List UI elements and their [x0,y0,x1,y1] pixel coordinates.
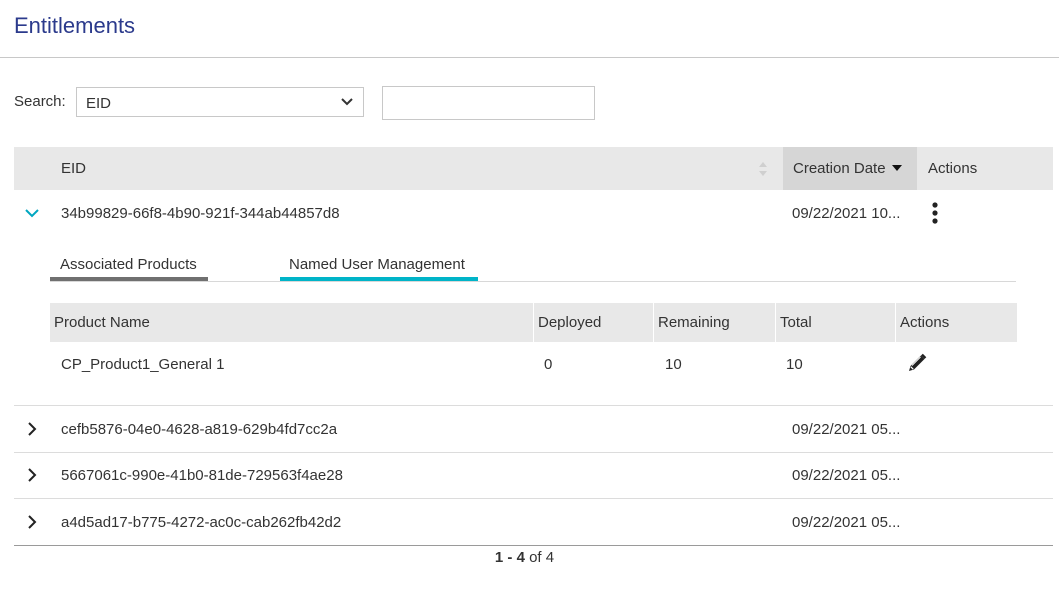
chevron-right-icon[interactable] [24,467,40,483]
row-eid: a4d5ad17-b775-4272-ac0c-cab262fb42d2 [61,514,342,531]
row-divider [14,452,1053,453]
column-header-product-name: Product Name [54,314,150,331]
row-eid: 34b99829-66f8-4b90-921f-344ab44857d8 [61,205,340,222]
product-name-cell: CP_Product1_General 1 [61,356,225,373]
column-header-actions: Actions [928,160,978,177]
tab-divider [50,281,1016,282]
kebab-menu-icon[interactable] [928,201,942,225]
column-header-deployed: Deployed [538,314,602,331]
row-date: 09/22/2021 05... [792,467,901,484]
pencil-icon[interactable] [906,352,928,374]
table-bottom-border [14,545,1053,546]
tab-associated-products[interactable]: Associated Products [60,256,197,273]
row-divider [14,405,1053,406]
deployed-cell: 0 [544,356,553,373]
pagination-total: 4 [545,549,555,566]
chevron-down-icon[interactable] [24,205,40,221]
chevron-down-icon [341,98,353,106]
search-field-value: EID [86,95,112,112]
column-header-actions: Actions [900,314,950,331]
table-header: EID Creation Date Actions [14,147,1053,190]
row-eid: 5667061c-990e-41b0-81de-729563f4ae28 [61,467,343,484]
chevron-right-icon[interactable] [24,514,40,530]
row-date: 09/22/2021 10... [792,205,901,222]
sort-desc-icon [891,165,902,171]
remaining-cell: 10 [665,356,682,373]
search-input[interactable] [382,86,595,120]
search-label: Search: [14,93,66,110]
pagination-of: of [529,549,542,566]
search-field-select[interactable]: EID [76,87,364,117]
page-header: Entitlements [0,0,1059,58]
row-date: 09/22/2021 05... [792,514,901,531]
tab-named-user-management[interactable]: Named User Management [289,256,465,273]
column-header-creation-date-label: Creation Date [793,160,886,177]
row-eid: cefb5876-04e0-4628-a819-629b4fd7cc2a [61,421,338,438]
row-divider [14,498,1053,499]
column-header-remaining: Remaining [658,314,730,331]
products-table-header: Product Name Deployed Remaining Total Ac… [50,303,1017,342]
column-header-eid[interactable]: EID [61,147,86,190]
column-header-creation-date[interactable]: Creation Date [783,147,917,190]
total-cell: 10 [786,356,803,373]
row-date: 09/22/2021 05... [792,421,901,438]
pagination-range: 1 - 4 [494,549,525,566]
chevron-right-icon[interactable] [24,421,40,437]
page-title: Entitlements [14,13,136,38]
column-header-total: Total [780,314,812,331]
sort-icon[interactable] [757,158,769,180]
pagination: 1 - 4 of 4 [0,549,1049,566]
